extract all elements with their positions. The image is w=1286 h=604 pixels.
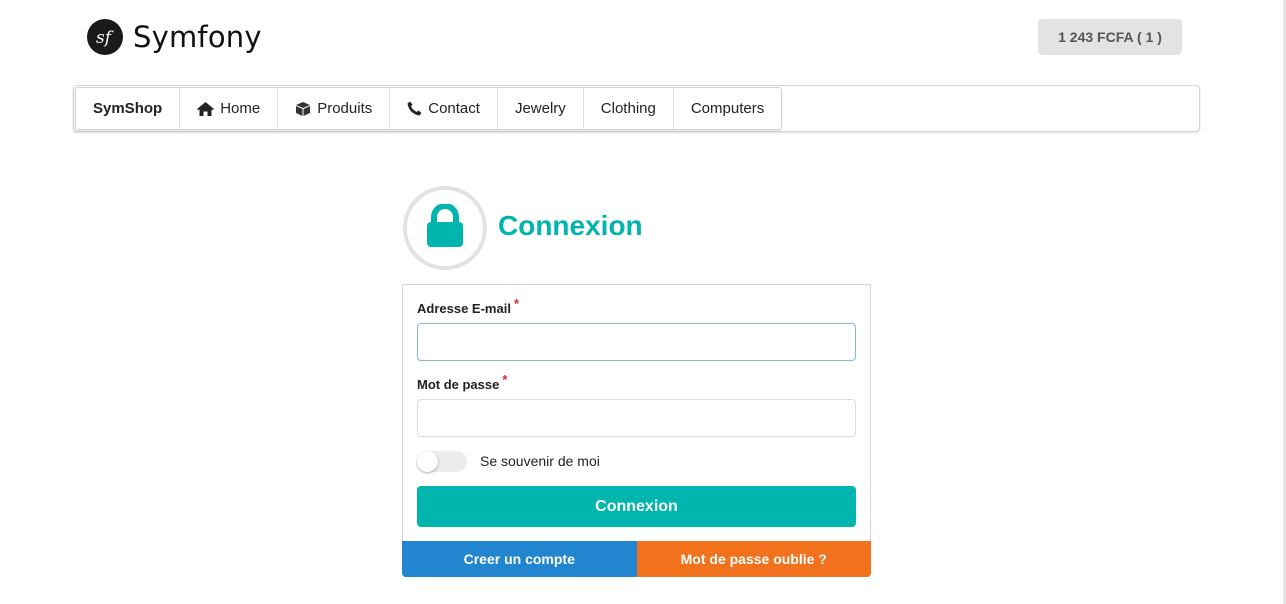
nav-brand[interactable]: SymShop [76, 88, 181, 129]
email-field[interactable] [417, 323, 856, 361]
nav-item-label: Produits [317, 100, 373, 117]
lock-icon [425, 202, 465, 253]
nav-menu: SymShop Home Produits Contact Jewelry Cl… [75, 87, 783, 130]
nav-item-jewelry[interactable]: Jewelry [498, 88, 584, 129]
nav-item-label: Home [220, 100, 261, 117]
nav-item-home[interactable]: Home [180, 88, 279, 129]
password-label: Mot de passe * [417, 372, 507, 392]
account-actions: Creer un compte Mot de passe oublie ? [402, 541, 871, 577]
email-label: Adresse E-mail * [417, 296, 519, 316]
nav-brand-label: SymShop [93, 100, 163, 117]
nav-item-label: Clothing [600, 100, 656, 117]
required-marker: * [513, 296, 519, 311]
nav-item-computers[interactable]: Computers [674, 88, 781, 129]
nav-item-contact[interactable]: Contact [390, 88, 498, 129]
email-label-text: Adresse E-mail [417, 301, 511, 316]
main-navbar: SymShop Home Produits Contact Jewelry Cl… [73, 85, 1200, 132]
page: sf Symfony 1 243 FCFA ( 1 ) SymShop Home [0, 0, 1286, 604]
nav-item-produits[interactable]: Produits [278, 88, 391, 129]
nav-item-label: Computers [690, 100, 765, 117]
toggle-knob [417, 451, 438, 472]
login-title: Connexion [498, 210, 643, 241]
forgot-password-button[interactable]: Mot de passe oublie ? [636, 541, 871, 577]
login-form: Adresse E-mail * Mot de passe * Se souveni… [402, 284, 871, 542]
nav-item-label: Contact [428, 100, 480, 117]
nav-item-clothing[interactable]: Clothing [584, 88, 674, 129]
password-field[interactable] [417, 399, 856, 437]
svg-text:sf: sf [96, 28, 114, 48]
remember-me-label[interactable]: Se souvenir de moi [480, 453, 600, 469]
phone-icon [407, 101, 422, 116]
nav-item-label: Jewelry [514, 100, 566, 117]
symfony-logo[interactable]: sf Symfony [87, 19, 262, 55]
lock-badge [403, 186, 487, 270]
password-label-text: Mot de passe [417, 377, 500, 392]
symfony-logo-icon: sf [87, 19, 123, 55]
required-marker: * [502, 372, 508, 387]
create-account-button[interactable]: Creer un compte [402, 541, 637, 577]
home-icon [197, 101, 215, 116]
remember-me-toggle[interactable] [417, 451, 467, 472]
logo-text: Symfony [133, 20, 262, 54]
login-submit-button[interactable]: Connexion [417, 486, 856, 527]
cart-button[interactable]: 1 243 FCFA ( 1 ) [1038, 19, 1182, 55]
box-icon [295, 101, 311, 116]
